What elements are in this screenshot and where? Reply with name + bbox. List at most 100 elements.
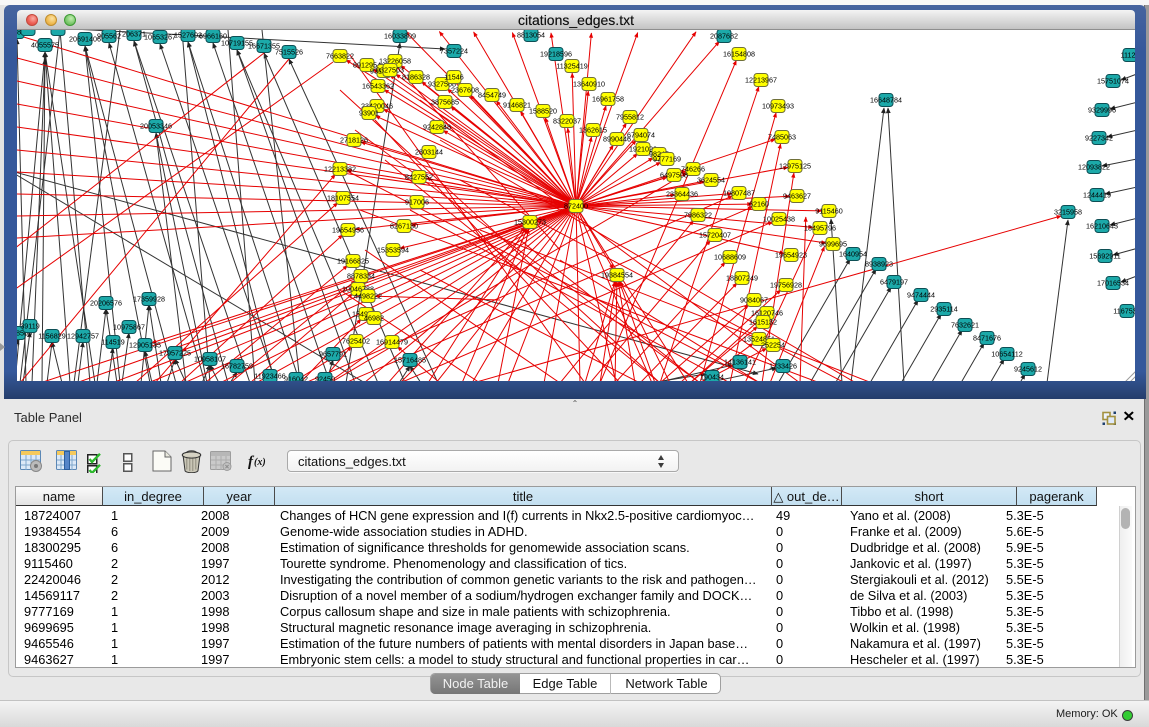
svg-text:10654112: 10654112 <box>991 350 1022 359</box>
svg-text:17016534: 17016534 <box>1097 279 1129 288</box>
svg-text:252254: 252254 <box>761 341 785 350</box>
svg-text:14136141: 14136141 <box>724 358 756 367</box>
svg-text:8186328: 8186328 <box>402 73 430 82</box>
svg-text:10973493: 10973493 <box>762 102 794 111</box>
svg-text:8938923: 8938923 <box>865 260 893 269</box>
svg-text:8267130: 8267130 <box>390 222 418 231</box>
svg-text:114519: 114519 <box>101 338 124 347</box>
svg-text:9084067: 9084067 <box>740 296 768 305</box>
svg-text:11124: 11124 <box>1121 51 1135 60</box>
svg-text:190434: 190434 <box>700 373 724 382</box>
svg-text:7485063: 7485063 <box>768 133 796 142</box>
svg-text:206371: 206371 <box>122 30 146 39</box>
svg-text:9329996: 9329996 <box>1088 106 1116 115</box>
svg-text:9699695: 9699695 <box>819 240 847 249</box>
svg-text:10807487: 10807487 <box>723 189 755 198</box>
svg-text:9777169: 9777169 <box>653 155 681 164</box>
svg-text:4055575: 4055575 <box>31 41 59 50</box>
svg-text:62160: 62160 <box>749 200 769 209</box>
svg-text:6479197: 6479197 <box>880 278 908 287</box>
svg-text:12905135: 12905135 <box>129 341 161 350</box>
svg-text:9245612: 9245612 <box>1014 365 1042 374</box>
svg-text:39119: 39119 <box>20 322 39 331</box>
svg-text:93901: 93901 <box>359 109 379 118</box>
svg-text:11325419: 11325419 <box>556 62 587 71</box>
svg-text:19166825: 19166825 <box>337 257 369 266</box>
svg-text:6497508: 6497508 <box>660 171 688 180</box>
svg-text:9227342: 9227342 <box>1085 134 1113 143</box>
svg-text:1733426: 1733426 <box>769 362 797 371</box>
svg-text:6794074: 6794074 <box>627 131 655 140</box>
svg-text:9242848: 9242848 <box>423 123 451 132</box>
svg-text:9474444: 9474444 <box>907 291 935 300</box>
svg-text:2087682: 2087682 <box>710 32 738 41</box>
svg-text:1640954: 1640954 <box>839 250 867 259</box>
svg-text:3875685: 3875685 <box>431 98 459 107</box>
svg-text:18807249: 18807249 <box>726 274 758 283</box>
svg-text:12093822: 12093822 <box>1078 163 1110 172</box>
svg-text:16543362: 16543362 <box>362 82 394 91</box>
svg-text:1615132: 1615132 <box>749 318 777 327</box>
svg-text:16210643: 16210643 <box>1086 222 1118 231</box>
svg-text:872400: 872400 <box>564 202 588 211</box>
svg-text:3624554: 3624554 <box>697 176 725 185</box>
svg-text:12213967: 12213967 <box>745 76 777 85</box>
svg-text:8322037: 8322037 <box>553 117 581 126</box>
svg-text:12975125: 12975125 <box>779 162 811 171</box>
svg-text:12213382: 12213382 <box>324 165 356 174</box>
svg-text:20206576: 20206576 <box>90 299 122 308</box>
svg-text:10688609: 10688609 <box>714 253 746 262</box>
svg-text:15716485: 15716485 <box>394 356 426 365</box>
svg-text:1156829: 1156829 <box>38 332 65 341</box>
svg-text:10653267: 10653267 <box>144 33 176 42</box>
svg-text:15692911: 15692911 <box>1089 252 1120 261</box>
svg-text:13640910: 13640910 <box>573 80 605 89</box>
svg-text:905562: 905562 <box>97 32 121 41</box>
svg-text:10975867: 10975867 <box>113 323 145 332</box>
svg-text:9115460: 9115460 <box>815 207 842 216</box>
svg-text:9463627: 9463627 <box>783 192 811 201</box>
svg-text:4498222: 4498222 <box>354 292 382 301</box>
svg-text:1362615: 1362615 <box>579 126 607 135</box>
svg-text:3215958: 3215958 <box>1054 208 1082 217</box>
svg-text:17957225: 17957225 <box>159 349 191 358</box>
svg-text:16154808: 16154808 <box>723 50 755 59</box>
svg-text:1588520: 1588520 <box>529 107 557 116</box>
svg-text:8813054: 8813054 <box>517 31 545 40</box>
svg-text:19654923: 19654923 <box>775 251 807 260</box>
svg-text:15751074: 15751074 <box>1097 77 1129 86</box>
svg-text:16782759: 16782759 <box>221 362 253 371</box>
svg-text:1167534: 1167534 <box>1113 307 1135 316</box>
svg-text:2935114: 2935114 <box>930 305 957 314</box>
svg-text:15720407: 15720407 <box>699 231 731 240</box>
svg-text:17359928: 17359928 <box>133 295 165 304</box>
svg-text:46982: 46982 <box>364 314 384 323</box>
svg-text:11923466: 11923466 <box>254 372 285 381</box>
svg-text:1244419: 1244419 <box>1083 191 1111 200</box>
svg-text:16961758: 16961758 <box>592 95 624 104</box>
svg-text:16033809: 16033809 <box>384 32 416 41</box>
svg-text:2718126: 2718126 <box>340 136 368 145</box>
svg-text:15300273: 15300273 <box>514 218 546 227</box>
svg-text:8878334: 8878334 <box>347 272 375 281</box>
svg-text:7663822: 7663822 <box>326 52 354 61</box>
svg-text:7515526: 7515526 <box>275 48 303 57</box>
svg-text:8454749: 8454749 <box>478 91 506 100</box>
svg-text:18107554: 18107554 <box>327 194 359 203</box>
svg-text:7625402: 7625402 <box>342 337 370 346</box>
svg-text:9657791: 9657791 <box>319 350 347 359</box>
svg-text:8427552: 8427552 <box>405 173 433 182</box>
svg-text:15353594: 15353594 <box>377 246 409 255</box>
svg-text:19218596: 19218596 <box>540 50 572 59</box>
svg-text:916042: 916042 <box>284 375 308 382</box>
svg-text:7986322: 7986322 <box>684 211 712 220</box>
svg-text:92450: 92450 <box>315 375 335 382</box>
svg-text:19654956: 19654956 <box>332 226 364 235</box>
svg-text:7357224: 7357224 <box>440 47 468 56</box>
svg-text:917006: 917006 <box>405 198 429 207</box>
svg-text:7632621: 7632621 <box>951 321 979 330</box>
svg-text:16914479: 16914479 <box>376 338 408 347</box>
svg-text:9327503: 9327503 <box>376 66 404 75</box>
svg-text:19384554: 19384554 <box>601 271 633 280</box>
svg-text:2803144: 2803144 <box>415 148 443 157</box>
